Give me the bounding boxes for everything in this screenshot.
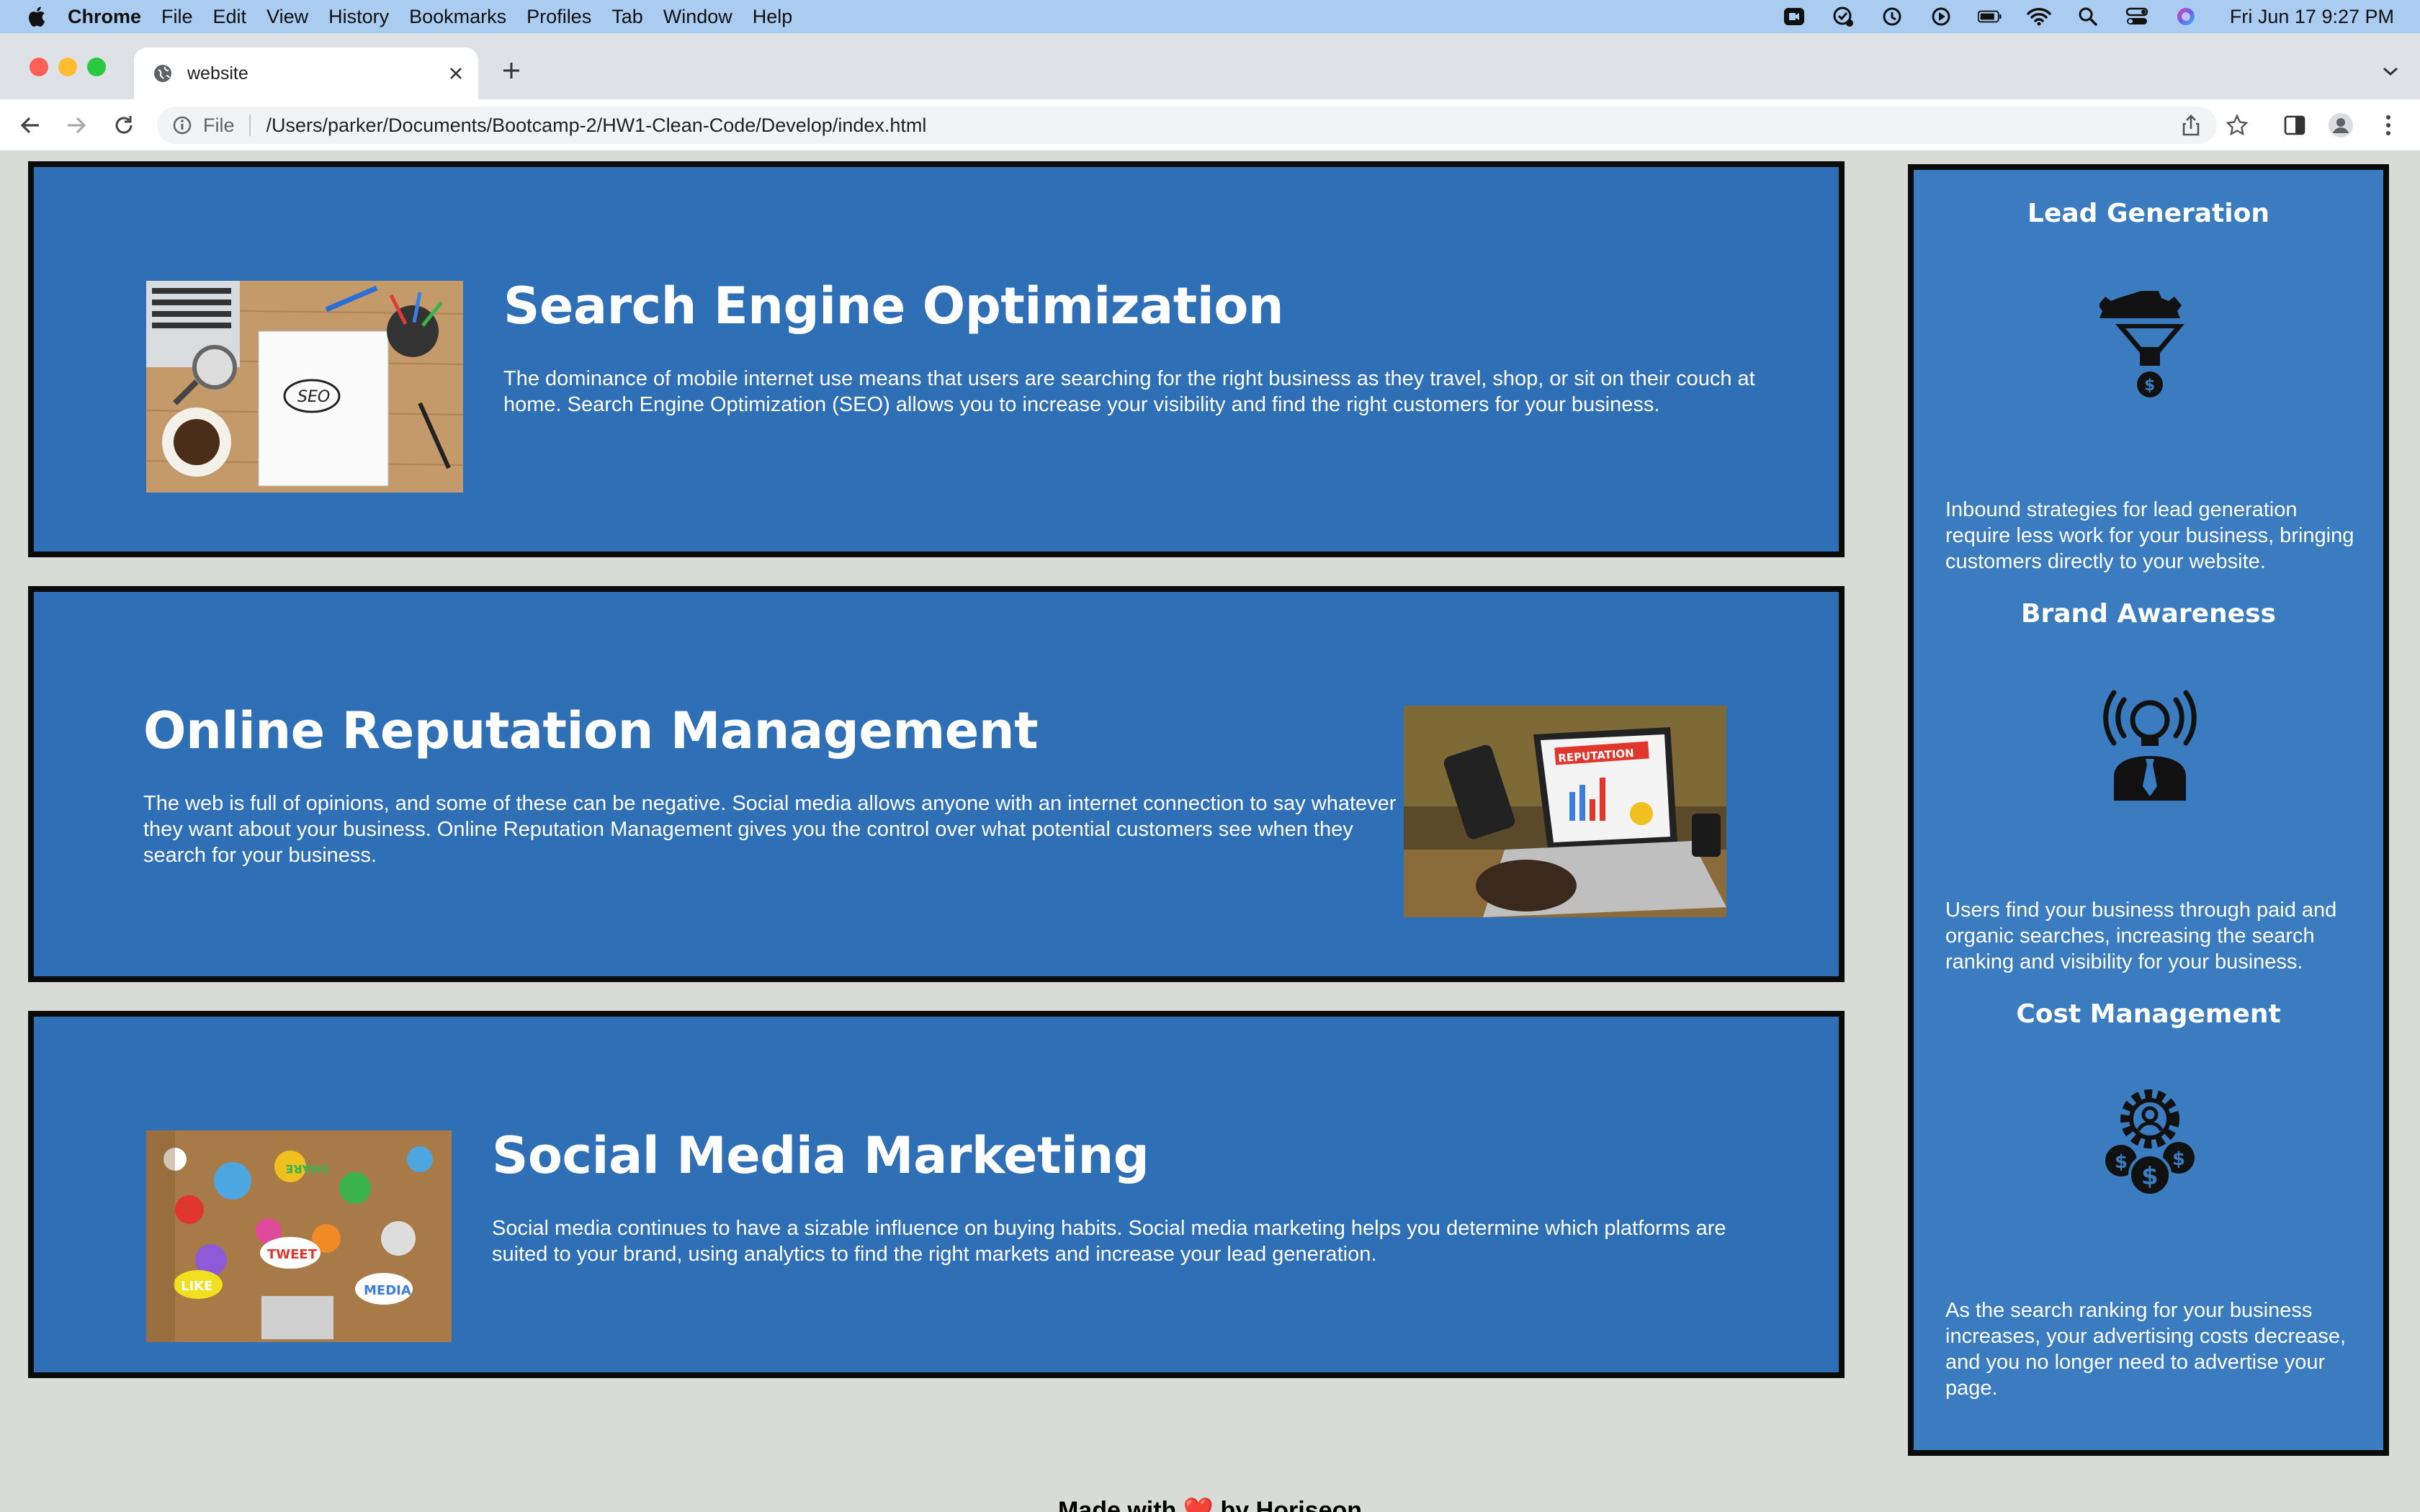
reputation-card: Online Reputation Management The web is … — [28, 586, 1845, 982]
window-minimize-button[interactable] — [58, 58, 77, 76]
menu-edit[interactable]: Edit — [213, 6, 247, 28]
menu-profiles[interactable]: Profiles — [526, 6, 591, 28]
cost-gear-icon: $ $ $ — [2105, 1089, 2195, 1197]
reputation-text: The web is full of opinions, and some of… — [143, 792, 1397, 867]
side-panel-icon[interactable] — [2279, 109, 2311, 141]
benefit-title: Brand Awareness — [2021, 599, 2276, 629]
svg-text:$: $ — [2141, 1162, 2159, 1191]
menu-help[interactable]: Help — [753, 6, 793, 28]
social-image-tweet: TWEET — [267, 1247, 318, 1262]
chrome-menu-kebab-icon[interactable] — [2372, 109, 2404, 141]
checkmark-badge-icon[interactable] — [1831, 6, 1855, 27]
control-center-icon[interactable] — [2125, 6, 2149, 27]
menu-window[interactable]: Window — [663, 6, 732, 28]
siri-icon[interactable] — [2174, 6, 2198, 27]
time-machine-icon[interactable] — [1880, 6, 1904, 27]
lead-funnel-icon: $ — [2099, 291, 2184, 397]
reputation-image: REPUTATION — [1404, 706, 1726, 917]
reload-icon[interactable] — [108, 109, 140, 141]
seo-image: SEO — [146, 281, 463, 492]
window-close-button[interactable] — [30, 58, 48, 76]
benefit-text: As the search ranking for your business … — [1945, 1299, 2347, 1400]
menu-tab[interactable]: Tab — [611, 6, 643, 28]
battery-icon[interactable] — [1977, 6, 2002, 27]
svg-text:$: $ — [2144, 377, 2155, 395]
window-zoom-button[interactable] — [87, 58, 106, 76]
menu-history[interactable]: History — [328, 6, 389, 28]
social-image-share: SHARE — [285, 1162, 329, 1176]
benefit-cost-management: Cost Management $ $ $ As the search rank… — [1914, 999, 2383, 1403]
social-text: Social media continues to have a sizable… — [492, 1217, 1726, 1266]
benefit-text: Inbound strategies for lead generation r… — [1945, 498, 2354, 573]
benefit-text: Users find your business through paid an… — [1945, 899, 2337, 973]
profile-avatar-icon[interactable] — [2325, 109, 2357, 141]
menu-view[interactable]: View — [266, 6, 308, 28]
social-title: Social Media Marketing — [492, 1126, 1150, 1185]
tab-close-icon[interactable] — [445, 63, 467, 84]
svg-text:$: $ — [2115, 1151, 2128, 1173]
social-image: TWEET LIKE MEDIA SHARE — [146, 1130, 452, 1342]
share-icon[interactable] — [2175, 109, 2207, 141]
tab-title: website — [187, 63, 248, 84]
macos-menu-bar: Chrome File Edit View History Bookmarks … — [0, 0, 2420, 33]
menu-bar-status-area: Fri Jun 17 9:27 PM — [1782, 0, 2394, 33]
new-tab-plus-icon[interactable] — [498, 58, 524, 84]
apple-logo-icon[interactable] — [26, 5, 46, 28]
benefit-title: Lead Generation — [2027, 199, 2269, 228]
browser-tab-active[interactable]: website — [134, 48, 478, 99]
social-image-media: MEDIA — [364, 1283, 411, 1298]
video-camera-icon[interactable] — [1782, 6, 1806, 27]
seo-card: SEO Search Engine Optimization The domin… — [28, 161, 1845, 557]
site-info-icon[interactable] — [171, 114, 193, 136]
tab-search-chevron-icon[interactable] — [2378, 59, 2403, 84]
seo-title: Search Engine Optimization — [503, 276, 1284, 336]
social-card: TWEET LIKE MEDIA SHARE Social Media Mark… — [28, 1011, 1845, 1378]
reputation-title: Online Reputation Management — [143, 701, 1039, 760]
bookmark-star-icon[interactable] — [2221, 109, 2253, 141]
benefit-title: Cost Management — [2016, 999, 2281, 1029]
spotlight-search-icon[interactable] — [2076, 6, 2100, 27]
forward-arrow-icon[interactable] — [60, 109, 92, 141]
seo-image-label: SEO — [297, 388, 330, 406]
address-divider — [248, 114, 251, 136]
url-text[interactable]: /Users/parker/Documents/Bootcamp-2/HW1-C… — [266, 114, 927, 137]
svg-text:$: $ — [2172, 1148, 2185, 1170]
benefit-brand-awareness: Brand Awareness Users find your business… — [1914, 599, 2383, 973]
page-footer: Made with ❤️ by Horiseon — [1057, 1497, 1363, 1512]
menu-bar-clock[interactable]: Fri Jun 17 9:27 PM — [2230, 6, 2394, 28]
menu-bookmarks[interactable]: Bookmarks — [409, 6, 506, 28]
menu-app-name[interactable]: Chrome — [68, 6, 141, 28]
back-arrow-icon[interactable] — [14, 109, 46, 141]
social-image-like: LIKE — [181, 1279, 212, 1294]
brand-bulb-icon — [2103, 690, 2197, 801]
benefit-lead-generation: Lead Generation $ Inbound strategies for… — [1914, 199, 2383, 573]
url-scheme-label: File — [203, 114, 235, 136]
play-circle-icon[interactable] — [1929, 6, 1953, 27]
globe-favicon-icon — [154, 65, 171, 82]
menu-file[interactable]: File — [161, 6, 193, 28]
benefits-sidebar: Lead Generation $ Inbound strategies for… — [1908, 164, 2389, 1456]
seo-text: The dominance of mobile internet use mea… — [503, 367, 1755, 416]
wifi-icon[interactable] — [2027, 6, 2051, 27]
address-bar[interactable]: File /Users/parker/Documents/Bootcamp-2/… — [157, 107, 2217, 144]
